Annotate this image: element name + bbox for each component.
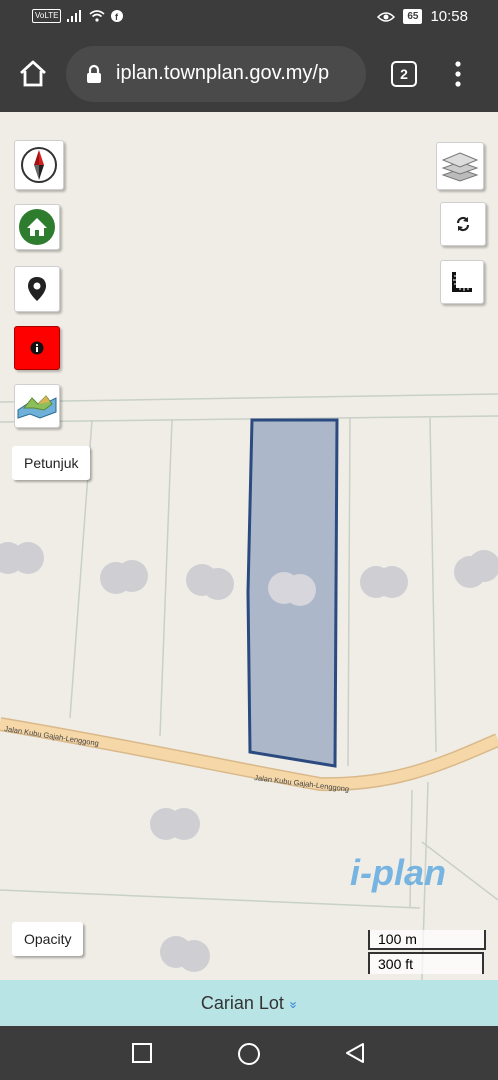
tree-symbols-on-parcel [268,572,316,606]
more-menu-icon[interactable] [452,60,464,88]
iplan-logo: i-plan [350,852,446,893]
location-pin-icon [28,277,46,301]
petunjuk-button[interactable]: Petunjuk [12,446,91,480]
url-text[interactable]: iplan.townplan.gov.my/p [116,62,329,85]
refresh-button[interactable] [440,202,486,246]
eye-icon [377,11,396,22]
scale-bar: 100 m 300 ft [368,930,486,974]
ruler-icon [452,272,472,292]
map-canvas[interactable]: Jalan Kubu Gajah-Lenggong Jalan Kubu Gaj… [0,112,498,980]
basemap-button[interactable] [14,384,60,428]
address-bar[interactable]: iplan.townplan.gov.my/p [66,46,366,102]
location-button[interactable] [14,266,60,312]
compass-button[interactable] [14,140,64,190]
carian-lot-bar[interactable]: Carian Lot» [0,980,498,1026]
facebook-icon: f [111,10,124,22]
back-icon[interactable] [344,1042,366,1064]
status-right: 65 10:58 [377,8,468,25]
lot-boundary-line [0,393,498,403]
status-left: VoLTE f [32,9,124,23]
scale-metric: 100 m [368,930,486,950]
browser-toolbar: iplan.townplan.gov.my/p 2 [0,36,498,112]
recent-apps-icon[interactable] [132,1043,152,1063]
scale-imperial: 300 ft [368,952,484,974]
layers-button[interactable] [436,142,484,190]
lot-boundary-line [159,419,173,737]
signal-icon [67,10,82,22]
opacity-button[interactable]: Opacity [12,922,84,956]
info-icon [30,341,44,355]
battery-indicator: 65 [403,9,423,24]
lot-boundary-line [0,415,498,423]
lot-boundary-line [347,417,351,767]
volte-indicator: VoLTE [32,9,62,23]
system-nav-bar [0,1026,498,1080]
status-bar: VoLTE f 65 10:58 [0,0,498,36]
tab-switcher-button[interactable]: 2 [391,61,417,87]
lock-icon [87,64,101,83]
home-icon [19,209,55,245]
info-button[interactable] [14,326,60,370]
clock: 10:58 [430,8,468,25]
refresh-icon [456,216,470,232]
home-extent-button[interactable] [14,204,60,250]
layers-stack-icon [441,152,479,182]
lot-boundary-line [429,417,437,753]
map-layer: Jalan Kubu Gajah-Lenggong Jalan Kubu Gaj… [0,393,498,980]
measure-button[interactable] [440,260,484,304]
home-icon[interactable] [18,58,48,88]
wifi-icon [89,10,105,22]
chevron-down-icon: » [286,1001,302,1009]
compass-icon [21,147,57,183]
map-layers-icon [17,395,57,419]
home-nav-icon[interactable] [237,1042,261,1066]
